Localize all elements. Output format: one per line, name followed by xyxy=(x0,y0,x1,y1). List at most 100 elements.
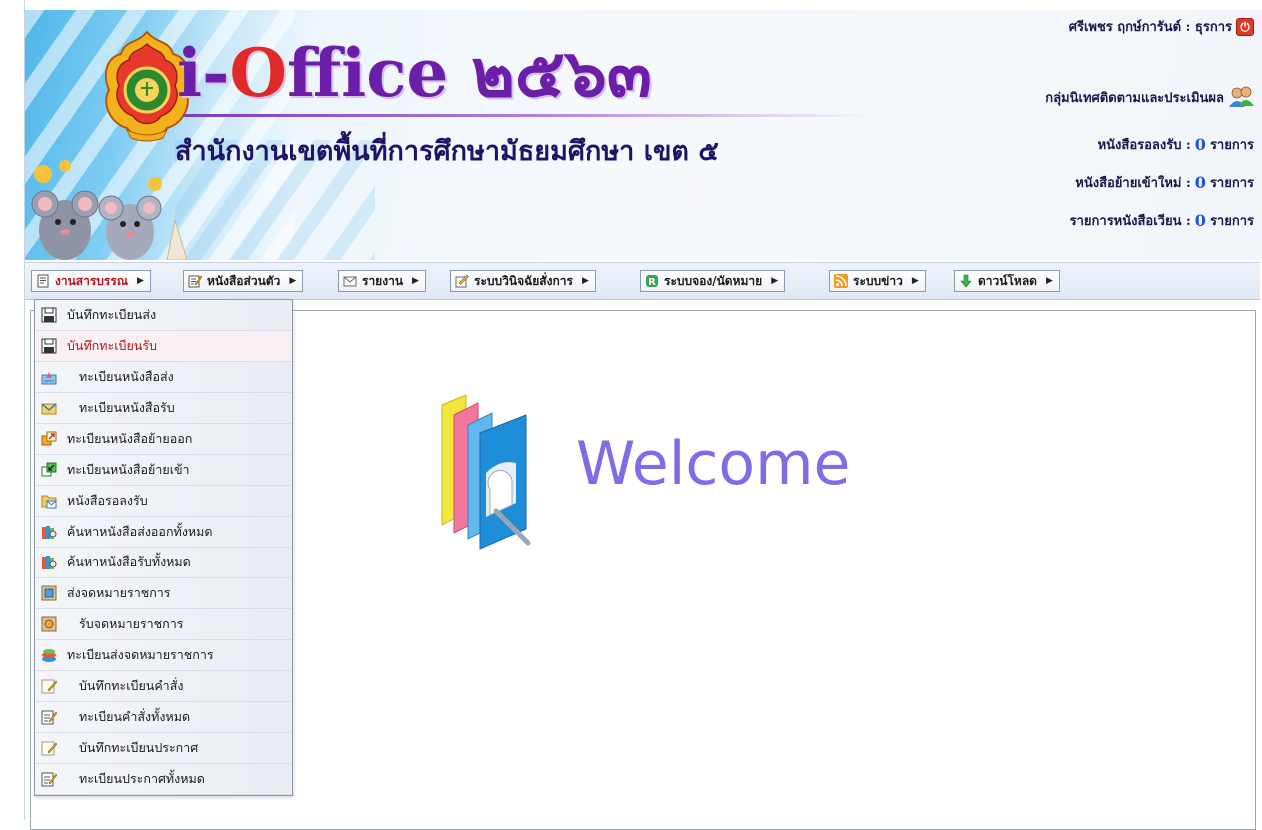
edit-document-icon xyxy=(188,275,202,288)
brand-accent-letter: O xyxy=(229,34,287,112)
dropdown-item-pending-receive[interactable]: หนังสือรอลงรับ xyxy=(35,485,292,517)
menu-saraban[interactable]: งานสารบรรณ ▶ xyxy=(31,270,151,292)
books-search-icon xyxy=(42,525,57,539)
new-transfer-count[interactable]: หนังสือย้ายเข้าใหม่ : 0 รายการ xyxy=(1075,172,1254,193)
pending-receive-value: 0 xyxy=(1194,135,1206,154)
books-stack-icon xyxy=(42,649,56,663)
dropdown-item-label: ทะเบียนหนังสือรับ xyxy=(79,399,175,415)
dropdown-item-receive-official-letter[interactable]: รับจดหมายราชการ xyxy=(35,609,292,641)
dropdown-item-label: ทะเบียนหนังสือย้ายเข้า xyxy=(67,461,190,477)
circular-value: 0 xyxy=(1194,211,1206,230)
letter-send-icon xyxy=(41,585,57,601)
save-icon xyxy=(41,307,57,323)
folder-mail-icon xyxy=(41,495,57,509)
menu-download-label: ดาวน์โหลด xyxy=(978,273,1037,288)
menu-report-label: รายงาน xyxy=(362,273,404,288)
dropdown-item-receive-register[interactable]: ทะเบียนหนังสือรับ xyxy=(35,392,292,424)
user-info-line: ศรีเพชร ฤกษ์การันต์ : ธุรการ ⏻ xyxy=(1069,16,1254,37)
menu-decision-system[interactable]: ระบบวินิจฉัยสั่งการ ▶ xyxy=(450,270,596,292)
brand-suffix: ffice ๒๕๖๓ xyxy=(286,34,652,112)
submenu-arrow-icon: ▶ xyxy=(136,276,144,286)
document-icon xyxy=(37,274,49,288)
group-name: กลุ่มนิเทศติดตามและประเมินผล xyxy=(1045,90,1224,106)
dropdown-item-save-order-register[interactable]: บันทึกทะเบียนคำสั่ง xyxy=(35,671,292,703)
dropdown-item-label: บันทึกทะเบียนประกาศ xyxy=(79,740,199,756)
welcome-text: Welcome xyxy=(576,429,851,499)
header-banner: i-Office ๒๕๖๓ สำนักงานเขตพื้นที่การศึกษา… xyxy=(25,10,1262,260)
brand-prefix: i- xyxy=(177,34,230,112)
menu-report[interactable]: รายงาน ▶ xyxy=(338,270,426,292)
edit-document-icon xyxy=(41,772,57,787)
organization-name: สำนักงานเขตพื้นที่การศึกษามัธยมศึกษา เขต… xyxy=(175,136,719,167)
dropdown-item-label: ทะเบียนส่งจดหมายราชการ xyxy=(67,647,214,663)
dropdown-item-send-official-letter[interactable]: ส่งจดหมายราชการ xyxy=(35,578,292,610)
menu-booking-system[interactable]: R ระบบจอง/นัดหมาย ▶ xyxy=(640,270,786,292)
users-group-icon[interactable] xyxy=(1228,86,1254,108)
menu-download[interactable]: ดาวน์โหลด ▶ xyxy=(954,270,1060,292)
note-pencil-icon xyxy=(41,741,57,756)
group-info-line: กลุ่มนิเทศติดตามและประเมินผล xyxy=(1045,86,1254,108)
pending-receive-count[interactable]: หนังสือรอลงรับ : 0 รายการ xyxy=(1098,134,1254,155)
circular-unit: รายการ xyxy=(1209,214,1254,229)
menu-personal-docs[interactable]: หนังสือส่วนตัว ▶ xyxy=(183,270,304,292)
submenu-arrow-icon: ▶ xyxy=(289,276,297,286)
dropdown-item-search-all-received[interactable]: ค้นหาหนังสือรับทั้งหมด xyxy=(35,547,292,579)
dropdown-item-label: ส่งจดหมายราชการ xyxy=(67,585,171,601)
circular-count[interactable]: รายการหนังสือเวียน : 0 รายการ xyxy=(1070,210,1254,231)
dropdown-item-label: บันทึกทะเบียนคำสั่ง xyxy=(79,678,184,694)
dropdown-item-label: ทะเบียนคำสั่งทั้งหมด xyxy=(79,709,191,725)
dropdown-item-move-out-register[interactable]: ทะเบียนหนังสือย้ายออก xyxy=(35,423,292,455)
dropdown-item-label: ค้นหาหนังสือส่งออกทั้งหมด xyxy=(67,523,213,539)
inbox-mail-icon xyxy=(41,403,57,415)
pencil-note-icon xyxy=(455,274,469,288)
dropdown-item-search-all-sent[interactable]: ค้นหาหนังสือส่งออกทั้งหมด xyxy=(35,516,292,548)
outbox-icon xyxy=(41,371,57,385)
dropdown-item-send-register[interactable]: ทะเบียนหนังสือส่ง xyxy=(35,361,292,393)
dropdown-item-save-send-register[interactable]: บันทึกทะเบียนส่ง xyxy=(35,300,292,331)
menu-saraban-label: งานสารบรรณ xyxy=(55,273,128,288)
new-transfer-label: หนังสือย้ายเข้าใหม่ : xyxy=(1075,176,1191,191)
dropdown-item-all-orders[interactable]: ทะเบียนคำสั่งทั้งหมด xyxy=(35,702,292,734)
dropdown-item-label: บันทึกทะเบียนส่ง xyxy=(67,306,157,322)
menu-booking-system-label: ระบบจอง/นัดหมาย xyxy=(664,273,763,288)
dropdown-item-label: รับจดหมายราชการ xyxy=(79,616,184,632)
books-search-icon xyxy=(42,556,57,570)
dropdown-item-label: หนังสือรอลงรับ xyxy=(67,492,148,508)
save-icon xyxy=(41,338,57,354)
booking-icon: R xyxy=(646,275,658,288)
user-name: ศรีเพชร ฤกษ์การันต์ : ธุรการ xyxy=(1068,20,1232,35)
submenu-arrow-icon: ▶ xyxy=(581,276,589,286)
rss-icon xyxy=(834,274,848,288)
new-transfer-unit: รายการ xyxy=(1209,176,1254,191)
submenu-arrow-icon: ▶ xyxy=(412,276,419,286)
note-pencil-icon xyxy=(41,679,57,694)
pending-receive-unit: รายการ xyxy=(1209,138,1254,153)
letter-receive-icon xyxy=(41,616,57,632)
move-out-icon xyxy=(41,431,57,446)
logout-power-icon[interactable]: ⏻ xyxy=(1236,17,1254,36)
dropdown-item-save-announcement-register[interactable]: บันทึกทะเบียนประกาศ xyxy=(35,733,292,765)
pending-receive-label: หนังสือรอลงรับ : xyxy=(1097,138,1191,153)
menu-personal-docs-label: หนังสือส่วนตัว xyxy=(207,273,281,288)
new-transfer-value: 0 xyxy=(1194,173,1206,192)
circular-label: รายการหนังสือเวียน : xyxy=(1069,214,1191,229)
main-menu-bar: งานสารบรรณ ▶ หนังสือส่วนตัว ▶ รายงาน ▶ ระบบ… xyxy=(25,262,1260,300)
submenu-arrow-icon: ▶ xyxy=(771,276,779,286)
menu-news-system[interactable]: ระบบข่าว ▶ xyxy=(829,270,926,292)
books-welcome-icon xyxy=(441,394,531,550)
submenu-arrow-icon: ▶ xyxy=(1045,276,1053,286)
title-underline xyxy=(183,114,873,117)
dropdown-item-label: ทะเบียนหนังสือส่ง xyxy=(79,368,174,384)
dropdown-item-move-in-register[interactable]: ทะเบียนหนังสือย้ายเข้า xyxy=(35,454,292,486)
dropdown-item-save-receive-register[interactable]: บันทึกทะเบียนรับ xyxy=(35,330,292,362)
app-brand-title: i-Office ๒๕๖๓ xyxy=(177,34,652,112)
submenu-arrow-icon: ▶ xyxy=(911,276,919,286)
menu-decision-system-label: ระบบวินิจฉัยสั่งการ xyxy=(474,273,573,288)
dropdown-item-official-letter-register[interactable]: ทะเบียนส่งจดหมายราชการ xyxy=(35,640,292,672)
dropdown-item-all-announcements[interactable]: ทะเบียนประกาศทั้งหมด xyxy=(35,764,292,795)
dropdown-item-label: บันทึกทะเบียนรับ xyxy=(67,337,157,353)
svg-text:R: R xyxy=(648,277,656,288)
download-icon xyxy=(960,274,972,288)
dropdown-item-label: ค้นหาหนังสือรับทั้งหมด xyxy=(67,554,191,570)
envelope-icon xyxy=(343,276,357,287)
